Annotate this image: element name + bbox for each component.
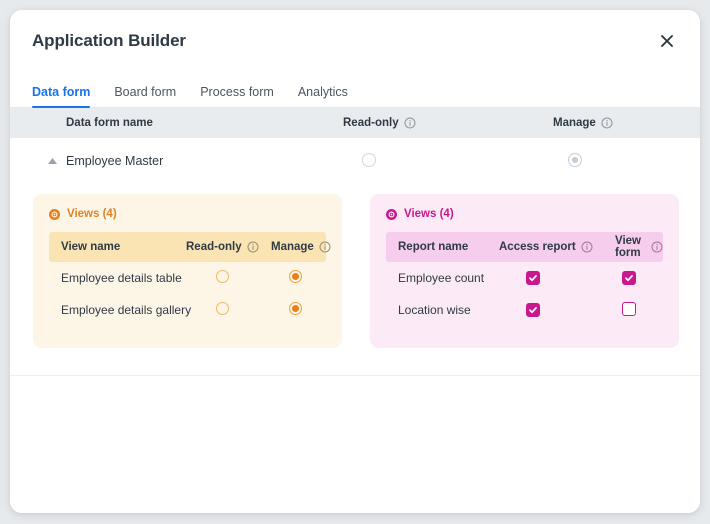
tab-board-form[interactable]: Board form (114, 85, 176, 107)
reports-table-row: Employee count (386, 262, 663, 294)
column-header-manage-label: Manage (553, 117, 596, 129)
screen: Application Builder Data form Board form… (0, 0, 710, 524)
views-panel-title-label: Views (4) (404, 208, 454, 220)
info-icon[interactable] (247, 241, 259, 253)
tab-bar: Data form Board form Process form Analyt… (10, 72, 700, 108)
column-header-read-only: Read-only (343, 117, 416, 129)
view-form-checkbox[interactable] (622, 271, 636, 286)
permission-panels: Views (4) View name Read-only (33, 194, 680, 348)
access-report-checkbox[interactable] (526, 271, 540, 286)
info-icon[interactable] (319, 241, 331, 253)
view-read-only-radio[interactable] (216, 302, 229, 318)
column-header-view-form-label: View form (615, 235, 646, 259)
report-name-label: Location wise (398, 303, 471, 317)
column-header-access-report-label: Access report (499, 241, 576, 253)
views-panel-title: Views (4) (49, 208, 326, 220)
column-header-manage: Manage (271, 241, 331, 253)
views-panel-pink: Views (4) Report name Access report (370, 194, 679, 348)
close-button[interactable] (654, 28, 680, 54)
modal-body: Employee Master (10, 138, 700, 513)
access-report-checkbox[interactable] (526, 303, 540, 318)
column-header-access-report: Access report (499, 241, 593, 253)
modal-titlebar: Application Builder (10, 10, 700, 72)
column-header-read-only-label: Read-only (343, 117, 399, 129)
info-icon[interactable] (601, 117, 613, 129)
views-eye-icon (49, 209, 60, 220)
info-icon[interactable] (651, 241, 663, 253)
views-table-row: Employee details table (49, 262, 326, 294)
table-row: Employee Master (10, 138, 700, 184)
view-read-only-radio[interactable] (216, 270, 229, 286)
page-title: Application Builder (32, 31, 186, 51)
views-table: View name Read-only (49, 232, 326, 326)
column-header-data-form-name: Data form name (66, 117, 153, 129)
reports-table-header: Report name Access report (386, 232, 663, 262)
info-icon[interactable] (404, 117, 416, 129)
column-header-view-name: View name (61, 241, 120, 253)
view-manage-radio[interactable] (289, 270, 302, 286)
section-divider (10, 375, 700, 376)
views-eye-icon (386, 209, 397, 220)
info-icon[interactable] (581, 241, 593, 253)
reports-table-row: Location wise (386, 294, 663, 326)
view-manage-radio[interactable] (289, 302, 302, 318)
tab-data-form[interactable]: Data form (32, 85, 90, 107)
column-header-manage: Manage (553, 117, 613, 129)
report-name-label: Employee count (398, 271, 484, 285)
close-icon (659, 33, 675, 49)
form-name-label: Employee Master (66, 154, 163, 168)
read-only-radio[interactable] (362, 153, 376, 170)
column-header-manage-label: Manage (271, 241, 314, 253)
views-table-row: Employee details gallery (49, 294, 326, 326)
views-panel-title: Views (4) (386, 208, 663, 220)
views-panel-title-label: Views (4) (67, 208, 117, 220)
view-form-checkbox[interactable] (622, 302, 636, 319)
view-name-label: Employee details table (61, 271, 182, 285)
table-column-header: Data form name Read-only Manage (10, 108, 700, 138)
application-builder-modal: Application Builder Data form Board form… (10, 10, 700, 513)
tab-process-form[interactable]: Process form (200, 85, 274, 107)
reports-table: Report name Access report (386, 232, 663, 326)
views-table-header: View name Read-only (49, 232, 326, 262)
manage-radio[interactable] (568, 153, 582, 170)
column-header-read-only-label: Read-only (186, 241, 242, 253)
column-header-report-name: Report name (398, 241, 468, 253)
tab-analytics[interactable]: Analytics (298, 85, 348, 107)
view-name-label: Employee details gallery (61, 303, 191, 317)
column-header-view-form: View form (615, 235, 663, 259)
column-header-read-only: Read-only (186, 241, 259, 253)
views-panel-amber: Views (4) View name Read-only (33, 194, 342, 348)
collapse-caret-icon[interactable] (46, 155, 58, 167)
